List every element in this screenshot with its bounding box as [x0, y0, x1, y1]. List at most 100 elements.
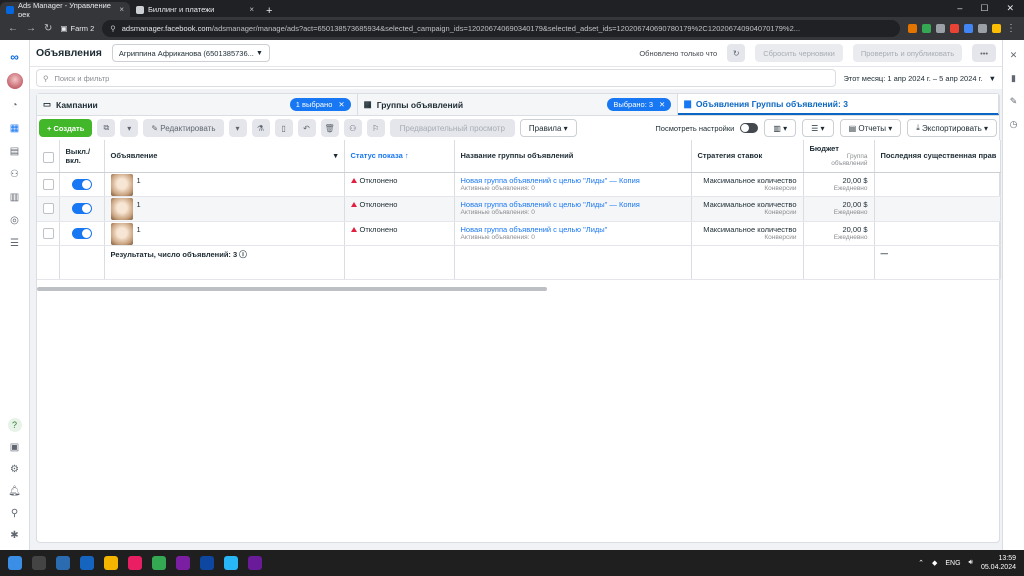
browser-tab-billing[interactable]: Биллинг и платежи × [130, 2, 260, 17]
column-header-adset-name[interactable]: Название группы объявлений [454, 140, 692, 173]
delete-icon[interactable]: 🗑︎ [320, 119, 339, 137]
export-button[interactable]: ⤓ Экспортировать ▾ [907, 119, 997, 137]
tray-app-icon[interactable]: ◆ [932, 559, 937, 567]
extension-icon[interactable] [964, 24, 973, 33]
browser-menu-icon[interactable]: ⋮ [1006, 23, 1016, 34]
ad-on-off-toggle[interactable] [71, 178, 92, 190]
extensions-puzzle-icon[interactable] [978, 24, 987, 33]
column-header-last-edit[interactable]: Последняя существенная прав [874, 140, 1001, 173]
history-icon[interactable]: ◷ [1010, 119, 1018, 130]
new-tab-icon[interactable]: + [260, 5, 278, 17]
chart-icon[interactable]: ▮ [1011, 73, 1016, 84]
close-tab-icon[interactable]: × [119, 5, 124, 14]
refresh-button[interactable]: ↻ [727, 44, 746, 62]
extension-icon[interactable] [992, 24, 1001, 33]
edit-icon[interactable]: ✎ [1010, 96, 1018, 107]
bell-icon[interactable]: 🔔︎ [8, 484, 22, 498]
chrome-icon[interactable] [152, 556, 166, 570]
ad-name-cell[interactable]: 1 [104, 172, 345, 197]
search-input[interactable]: ⚲ Поиск и фильтр [36, 69, 836, 87]
column-header-delivery-status[interactable]: Статус показа ↑ [344, 140, 455, 173]
date-range-picker[interactable]: Этот месяц: 1 апр 2024 г. – 5 апр 2024 г… [844, 74, 996, 83]
file-explorer-icon[interactable] [104, 556, 118, 570]
adset-link[interactable]: Новая группа объявлений с целью "Лиды" —… [461, 176, 685, 185]
tab-campaigns[interactable]: ▭ Кампании 1 выбрано ✕ [37, 94, 358, 115]
clipboard-icon[interactable]: ▯ [274, 119, 293, 137]
volume-icon[interactable]: 🔊︎ [969, 559, 973, 567]
help-icon[interactable]: ? [7, 418, 22, 432]
events-icon[interactable]: ◎ [8, 213, 22, 227]
search-icon[interactable]: ⚲ [8, 506, 22, 520]
pages-icon[interactable]: ▤ [8, 144, 22, 158]
search-icon[interactable] [32, 556, 46, 570]
telegram-icon[interactable] [224, 556, 238, 570]
row-checkbox[interactable] [43, 203, 54, 214]
breakdown-button[interactable]: ☰ ▾ [802, 119, 834, 137]
ads-manager-table-icon[interactable]: ▦ [8, 121, 22, 135]
extension-icon[interactable] [922, 24, 931, 33]
audiences-icon[interactable]: ⚇ [8, 167, 22, 181]
row-checkbox[interactable] [43, 178, 54, 190]
extension-icon[interactable] [950, 24, 959, 33]
app-icon[interactable] [200, 556, 214, 570]
all-tools-icon[interactable]: ☰ [8, 236, 22, 250]
settings-icon[interactable]: ⚙ [8, 462, 22, 476]
table-row[interactable]: 1 Отклонено Новая группа объявлений с це… [37, 196, 1001, 222]
tab-adsets[interactable]: ▦ Группы объявлений Выбрано: 3 ✕ [358, 94, 679, 115]
discard-drafts-button[interactable]: Сбросить черновики [755, 44, 843, 62]
tag-icon[interactable]: ⚐ [366, 119, 385, 137]
dashboard-icon[interactable]: ◔ [8, 98, 22, 112]
profile-chip[interactable]: ▣ Farm 2 [60, 24, 94, 33]
selection-pill[interactable]: 1 выбрано ✕ [289, 98, 351, 111]
info-icon[interactable]: ⓘ [239, 250, 247, 259]
chevron-down-icon[interactable]: ▾ [228, 119, 247, 137]
bug-icon[interactable]: ✱ [8, 528, 22, 542]
ad-name-cell[interactable]: 1 [104, 196, 345, 222]
browser-tab-ads-manager[interactable]: Ads Manager - Управление рек × [0, 1, 130, 19]
app-icon[interactable] [128, 556, 142, 570]
reports-button[interactable]: ▤ Отчеты ▾ [839, 119, 902, 137]
site-info-icon[interactable]: ⚲ [110, 24, 116, 33]
select-all-checkbox[interactable] [43, 151, 54, 163]
view-settings-toggle[interactable] [740, 123, 759, 133]
ad-name-cell[interactable]: 1 [104, 221, 345, 246]
rules-button[interactable]: Правила ▾ [519, 119, 577, 137]
close-panel-icon[interactable]: ✕ [1010, 50, 1018, 61]
table-row[interactable]: 1 Отклонено Новая группа объявлений с це… [37, 172, 1001, 197]
minimize-icon[interactable]: – [957, 3, 962, 14]
extension-icon[interactable] [936, 24, 945, 33]
browser-icon[interactable] [248, 556, 262, 570]
tab-ads[interactable]: ▆ Объявления Группы объявлений: 3 [678, 94, 1000, 115]
notifications-icon[interactable]: ▣ [8, 440, 22, 454]
app-icon[interactable] [56, 556, 70, 570]
more-options-button[interactable]: ••• [972, 44, 996, 62]
ad-on-off-toggle[interactable] [71, 203, 92, 214]
row-checkbox[interactable] [43, 227, 54, 239]
column-header-ad[interactable]: Объявление ▾ [104, 140, 345, 173]
ad-on-off-toggle[interactable] [71, 227, 92, 239]
close-tab-icon[interactable]: × [249, 5, 254, 14]
account-selector[interactable]: Агриппина Африканова (6501385736... ▼ [111, 44, 270, 62]
chevron-down-icon[interactable]: ▾ [120, 119, 139, 137]
horizontal-scrollbar[interactable] [37, 287, 547, 291]
edit-button[interactable]: ✎ Редактировать [143, 119, 224, 137]
clock[interactable]: 13:59 05.04.2024 [981, 554, 1016, 572]
billing-icon[interactable]: ▥ [8, 190, 22, 204]
clear-selection-icon[interactable]: ✕ [338, 100, 344, 109]
column-header-bid-strategy[interactable]: Стратегия ставок [691, 140, 804, 173]
reload-icon[interactable]: ↻ [44, 23, 52, 34]
preview-button[interactable]: Предварительный просмотр [389, 119, 515, 137]
undo-icon[interactable]: ↶ [297, 119, 316, 137]
columns-button[interactable]: ▥ ▾ [764, 119, 797, 137]
start-icon[interactable] [8, 556, 22, 570]
extension-icon[interactable] [908, 24, 917, 33]
adset-link[interactable]: Новая группа объявлений с целью "Лиды" [461, 225, 685, 234]
url-field[interactable]: ⚲ adsmanager.facebook.com/adsmanager/man… [102, 20, 900, 37]
clear-selection-icon[interactable]: ✕ [659, 100, 665, 109]
adset-link[interactable]: Новая группа объявлений с целью "Лиды" —… [461, 200, 685, 209]
avatar[interactable] [6, 73, 23, 89]
audience-icon[interactable]: ⚇ [343, 119, 362, 137]
language-indicator[interactable]: ENG [945, 560, 960, 567]
duplicate-icon[interactable]: ⧉ [97, 119, 116, 137]
meta-logo-icon[interactable]: ∞ [10, 50, 19, 64]
